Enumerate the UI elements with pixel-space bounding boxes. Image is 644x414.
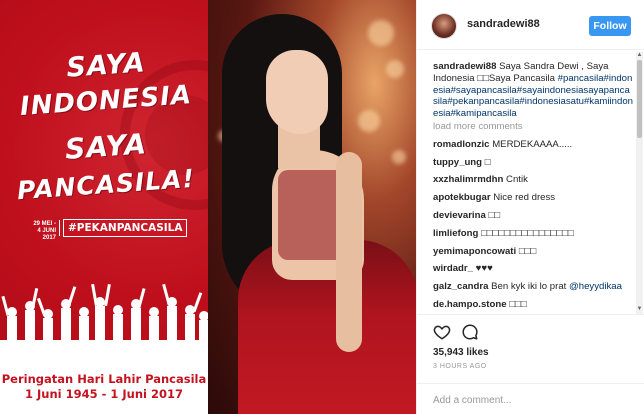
bokeh-light (358, 110, 380, 132)
comment-username[interactable]: limliefong (433, 228, 478, 239)
comment-item: yemimaponcowati □□□ (433, 246, 633, 258)
scroll-up-arrow-icon[interactable]: ▲ (636, 52, 643, 59)
comment-username[interactable]: xxzhalimrmdhn (433, 174, 503, 185)
bokeh-light (368, 20, 394, 46)
comment-item: romadlonzic MERDEKAAAA..... (433, 139, 633, 151)
scrollbar-thumb[interactable] (637, 60, 642, 138)
comment-username[interactable]: wirdadr_ (433, 263, 473, 274)
poster-footer-title: Peringatan Hari Lahir Pancasila (1, 372, 207, 386)
comments-panel: sandradewi88 Follow sandradewi88 Saya Sa… (416, 0, 644, 414)
comment-text: ♥♥♥ (475, 263, 493, 275)
crowd-silhouette-icon (1, 283, 208, 344)
poster-tag-row: 29 MEI - 4 JUNI 2017 #PEKANPANCASILA (32, 218, 188, 241)
post-timestamp: 3 HOURS AGO (433, 363, 487, 370)
scroll-down-arrow-icon[interactable]: ▼ (636, 306, 643, 313)
bokeh-light (386, 60, 404, 78)
post-actions: 35,943 likes 3 HOURS AGO (417, 314, 644, 414)
bokeh-light (392, 150, 406, 164)
likes-count[interactable]: 35,943 likes (433, 347, 489, 358)
comment-username[interactable]: yemimaponcowati (433, 246, 516, 257)
comment-username[interactable]: tuppy_ung (433, 157, 482, 168)
poster-image: SAYA INDONESIA SAYA PANCASILA! 29 MEI - … (0, 0, 208, 414)
add-comment-input[interactable] (433, 392, 629, 408)
caption-username[interactable]: sandradewi88 (433, 61, 496, 72)
post-header: sandradewi88 Follow (417, 0, 644, 50)
comment-text: Cntik (506, 174, 528, 186)
post-caption: sandradewi88 Saya Sandra Dewi , Saya Ind… (433, 61, 633, 120)
comment-text: □ (484, 156, 491, 168)
comment-text: Ben kyk iki lo prat (491, 281, 569, 293)
comment-item: apotekbugar Nice red dress (433, 192, 633, 204)
comments-list[interactable]: sandradewi88 Saya Sandra Dewi , Saya Ind… (417, 56, 637, 314)
follow-button[interactable]: Follow (589, 16, 631, 36)
poster-dates: 29 MEI - 4 JUNI 2017 (32, 220, 60, 241)
photo-face (266, 50, 328, 134)
comment-username[interactable]: apotekbugar (433, 192, 491, 203)
heart-outline-icon[interactable] (433, 323, 451, 341)
comment-username[interactable]: de.hampo.stone (433, 299, 507, 310)
comment-text: □□□ (518, 245, 537, 257)
comment-text: □□ (488, 209, 501, 221)
comment-item: wirdadr_ ♥♥♥ (433, 263, 633, 275)
comment-item: tuppy_ung □ (433, 157, 633, 169)
comment-username[interactable]: devievarina (433, 210, 486, 221)
post-photo (208, 0, 416, 414)
comment-text: MERDEKAAAA..... (492, 138, 573, 150)
photo-arm (336, 152, 362, 352)
poster-footer-dates: 1 Juni 1945 - 1 Juni 2017 (24, 387, 183, 401)
comment-text: □□□ (509, 298, 527, 310)
speech-bubble-icon[interactable] (461, 323, 479, 341)
comment-username[interactable]: romadlonzic (433, 139, 490, 150)
poster-hashtag: #PEKANPANCASILA (63, 219, 188, 237)
comment-item: xxzhalimrmdhn Cntik (433, 174, 633, 186)
comment-mention-link[interactable]: @heyydikaa (569, 281, 622, 292)
comment-text: □□□□□□□□□□□□□□□□ (480, 227, 574, 239)
comment-item: de.hampo.stone □□□ (433, 299, 633, 311)
avatar[interactable] (431, 13, 457, 39)
comment-item: devievarina □□ (433, 210, 633, 222)
header-username[interactable]: sandradewi88 (467, 18, 540, 30)
comment-text: Nice red dress (493, 192, 556, 204)
comment-username[interactable]: galz_candra (433, 281, 488, 292)
comment-item: galz_candra Ben kyk iki lo prat @heyydik… (433, 281, 633, 293)
comment-item: limliefong □□□□□□□□□□□□□□□□ (433, 228, 633, 240)
add-comment-bar (417, 383, 644, 414)
load-more-comments-link[interactable]: load more comments (433, 121, 633, 133)
